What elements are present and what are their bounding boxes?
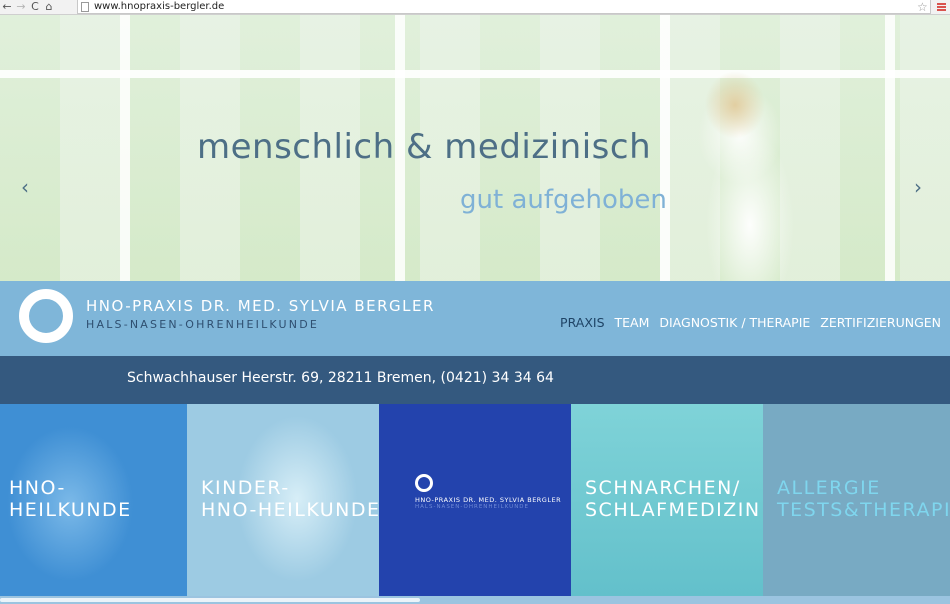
tile-practice-logo[interactable]: HNO-PRAXIS DR. MED. SYLVIA BERGLER HALS-… [379,404,571,596]
page-icon [81,1,89,12]
window-frame [120,15,130,281]
service-tiles: HNO- HEILKUNDE KINDER- HNO-HEILKUNDE HNO… [0,404,950,596]
nav-praxis[interactable]: PRAXIS [560,315,604,330]
nav-team[interactable]: TEAM [615,315,650,330]
logo-ring-icon[interactable] [19,289,73,343]
url-text: www.hnopraxis-bergler.de [94,1,225,12]
back-icon[interactable]: ← [0,0,14,14]
site-header: HNO-PRAXIS DR. MED. SYLVIA BERGLER HALS-… [0,281,950,356]
tile-label-line: HEILKUNDE [9,499,132,521]
practice-address: Schwachhauser Heerstr. 69, 28211 Bremen,… [127,370,554,386]
tile-label-line: KINDER- [201,477,290,499]
tile-label: HNO- HEILKUNDE [9,477,132,521]
tile-label: ALLERGIE TESTS&THERAPIE [777,477,950,521]
tile-label: SCHNARCHEN/ SCHLAFMEDIZIN [585,477,761,521]
tile-label: KINDER- HNO-HEILKUNDE [201,477,379,521]
tile-schnarchen-schlafmedizin[interactable]: SCHNARCHEN/ SCHLAFMEDIZIN [571,404,763,596]
tile-logo-subtitle: HALS-NASEN-OHRENHEILKUNDE [415,504,530,510]
tile-label-line: HNO- [9,477,66,499]
slider-next-icon[interactable]: › [914,175,922,199]
browser-toolbar: ← → C ⌂ www.hnopraxis-bergler.de ☆ [0,0,950,15]
home-icon[interactable]: ⌂ [42,0,56,14]
hero-person-image [670,45,820,281]
hero-subtitle: gut aufgehoben [460,185,667,215]
tile-label-line: SCHNARCHEN/ [585,477,741,499]
tile-label-line: TESTS&THERAPIE [777,499,950,521]
logo-ring-icon [415,474,433,492]
tile-hno-heilkunde[interactable]: HNO- HEILKUNDE [0,404,187,596]
bookmark-star-icon[interactable]: ☆ [917,0,928,14]
tile-logo-name: HNO-PRAXIS DR. MED. SYLVIA BERGLER [415,496,562,504]
address-band: Schwachhauser Heerstr. 69, 28211 Bremen,… [0,356,950,404]
horizontal-scrollbar[interactable] [0,596,950,604]
browser-menu-icon[interactable] [937,3,946,11]
practice-name[interactable]: HNO-PRAXIS DR. MED. SYLVIA BERGLER [86,297,435,315]
tile-allergie-tests-therapie[interactable]: ALLERGIE TESTS&THERAPIE [763,404,950,596]
hero-title: menschlich & medizinisch [197,127,652,167]
reload-icon[interactable]: C [28,0,42,14]
window-frame [885,15,895,281]
tile-kinder-hno-heilkunde[interactable]: KINDER- HNO-HEILKUNDE [187,404,379,596]
hero-slider: menschlich & medizinisch gut aufgehoben … [0,15,950,281]
scrollbar-thumb[interactable] [0,598,420,602]
main-nav: PRAXIS TEAM DIAGNOSTIK / THERAPIE ZERTIF… [560,315,941,330]
forward-icon[interactable]: → [14,0,28,14]
practice-subtitle: HALS-NASEN-OHRENHEILKUNDE [86,318,320,331]
tile-label-line: SCHLAFMEDIZIN [585,499,761,521]
nav-zertifizierungen[interactable]: ZERTIFIZIERUNGEN [820,315,941,330]
nav-diagnostik-therapie[interactable]: DIAGNOSTIK / THERAPIE [659,315,810,330]
tile-label-line: ALLERGIE [777,477,881,499]
window-frame [660,15,670,281]
address-bar[interactable]: www.hnopraxis-bergler.de [77,0,931,14]
slider-prev-icon[interactable]: ‹ [21,175,29,199]
tile-label-line: HNO-HEILKUNDE [201,499,379,521]
